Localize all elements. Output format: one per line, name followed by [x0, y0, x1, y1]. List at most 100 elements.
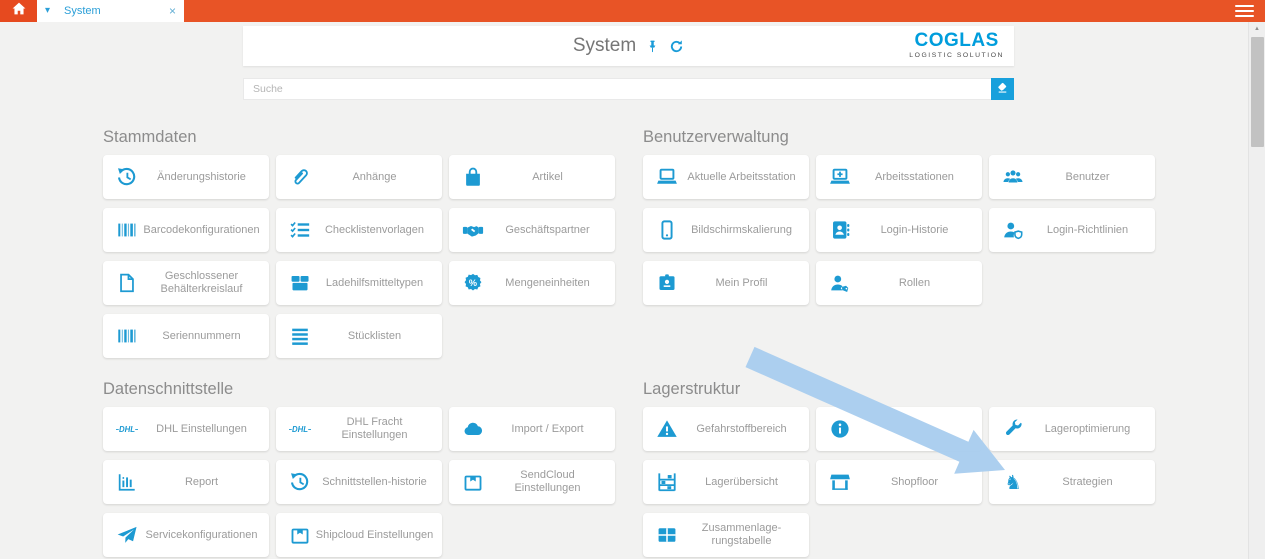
- shelf-icon: [656, 471, 678, 493]
- scrollbar-thumb[interactable]: [1251, 37, 1264, 147]
- mobile-icon: [656, 219, 678, 241]
- paperclip-icon: [289, 166, 311, 188]
- dhl-icon: –DHL–: [116, 418, 138, 440]
- tile-report[interactable]: Report: [103, 460, 269, 504]
- tile-label: DHL Einstellungen: [138, 423, 269, 436]
- section-lagerstruktur: Lagerstruktur Gefahrstoffbereich Lageropti…: [643, 378, 1155, 557]
- tile-aktuelle-arbeitsstation[interactable]: Aktuelle Arbeitsstation: [643, 155, 809, 199]
- tile-seriennummern[interactable]: Seriennummern: [103, 314, 269, 358]
- tile-gefahrstoffbereich[interactable]: Gefahrstoffbereich: [643, 407, 809, 451]
- chevron-down-icon[interactable]: ▾: [45, 6, 50, 16]
- tile-geschlossener-behälterkreislauf[interactable]: Geschlossener Behälterkreislauf: [103, 261, 269, 305]
- tile-label: Schnittstellen-historie: [311, 476, 442, 489]
- tile-label: Anhänge: [311, 171, 442, 184]
- tile-label: Änderungshistorie: [138, 171, 269, 184]
- tile-label: Shopfloor: [851, 476, 982, 489]
- tile-sendcloud-einstellungen[interactable]: SendCloud Einstellungen: [449, 460, 615, 504]
- wrench-icon: [1002, 418, 1024, 440]
- tile-label: Seriennummern: [138, 330, 269, 343]
- section-title: Lagerstruktur: [643, 378, 1155, 400]
- tile-unlabeled[interactable]: [816, 407, 982, 451]
- tile-label: Login-Historie: [851, 224, 982, 237]
- tile-anhänge[interactable]: Anhänge: [276, 155, 442, 199]
- tile-geschäftspartner[interactable]: Geschäftspartner: [449, 208, 615, 252]
- file-icon: [116, 272, 138, 294]
- logo-tagline: LOGISTIC SOLUTION: [909, 51, 1004, 60]
- menu-button[interactable]: [1229, 0, 1259, 22]
- section-title: Stammdaten: [103, 126, 615, 148]
- tile-label: Stücklisten: [311, 330, 442, 343]
- tile-import-export[interactable]: Import / Export: [449, 407, 615, 451]
- tile-bildschirmskalierung[interactable]: Bildschirmskalierung: [643, 208, 809, 252]
- tile-login-richtlinien[interactable]: Login-Richtlinien: [989, 208, 1155, 252]
- warning-icon: [656, 418, 678, 440]
- logo-name: COGLAS: [909, 31, 1004, 51]
- tile-label: Benutzer: [1024, 171, 1155, 184]
- tile-dhl-einstellungen[interactable]: –DHL–DHL Einstellungen: [103, 407, 269, 451]
- chart-icon: [116, 471, 138, 493]
- search-input[interactable]: [243, 78, 991, 100]
- tile-barcodekonfigurationen[interactable]: Barcodekonfigurationen: [103, 208, 269, 252]
- tile-artikel[interactable]: Artikel: [449, 155, 615, 199]
- user-tag-icon: [829, 272, 851, 294]
- tile-strategien[interactable]: ♞Strategien: [989, 460, 1155, 504]
- tile-lagerübersicht[interactable]: Lagerübersicht: [643, 460, 809, 504]
- tile-lageroptimierung[interactable]: Lageroptimierung: [989, 407, 1155, 451]
- tile-label: Report: [138, 476, 269, 489]
- laptop-plus-icon: [829, 166, 851, 188]
- tile-ladehilfsmitteltypen[interactable]: Ladehilfsmitteltypen: [276, 261, 442, 305]
- tile-mengeneinheiten[interactable]: %Mengeneinheiten: [449, 261, 615, 305]
- eraser-icon: [996, 81, 1009, 97]
- hamburger-icon: [1235, 5, 1254, 8]
- tile-label: Mein Profil: [678, 277, 809, 290]
- address-book-icon: [829, 219, 851, 241]
- tile-schnittstellen-historie[interactable]: Schnittstellen-historie: [276, 460, 442, 504]
- section-stammdaten: Stammdaten Änderungshistorie Anhänge Artike…: [103, 126, 615, 358]
- tile-label: SendCloud Einstellungen: [484, 469, 615, 495]
- section-title: Benutzerverwaltung: [643, 126, 1155, 148]
- tile-änderungshistorie[interactable]: Änderungshistorie: [103, 155, 269, 199]
- tile-label: DHL Fracht Einstellungen: [311, 416, 442, 442]
- tile-label: Barcodekonfigurationen: [138, 224, 269, 237]
- percent-badge-icon: %: [462, 272, 484, 294]
- tile-label: Aktuelle Arbeitsstation: [678, 171, 809, 184]
- tile-label: Arbeitsstationen: [851, 171, 982, 184]
- scroll-up-arrow[interactable]: ▲: [1249, 22, 1265, 36]
- search-clear-button[interactable]: [991, 78, 1014, 100]
- bag-icon: [462, 166, 484, 188]
- tile-shipcloud-einstellungen[interactable]: Shipcloud Einstellungen: [276, 513, 442, 557]
- tile-arbeitsstationen[interactable]: Arbeitsstationen: [816, 155, 982, 199]
- section-datenschnittstelle: Datenschnittstelle–DHL–DHL Einstellungen…: [103, 378, 615, 557]
- svg-text:♞: ♞: [1004, 473, 1021, 493]
- tile-shopfloor[interactable]: Shopfloor: [816, 460, 982, 504]
- search-bar: [243, 78, 1014, 100]
- refresh-icon[interactable]: [669, 39, 684, 54]
- tab-close-icon[interactable]: ×: [169, 5, 176, 17]
- tile-zusammenlage-rungstabelle[interactable]: Zusammenlage- rungstabelle: [643, 513, 809, 557]
- cloud-icon: [462, 418, 484, 440]
- table-icon: [656, 524, 678, 546]
- tile-mein-profil[interactable]: Mein Profil: [643, 261, 809, 305]
- home-button[interactable]: [0, 0, 37, 22]
- tile-login-historie[interactable]: Login-Historie: [816, 208, 982, 252]
- tile-label: Geschäftspartner: [484, 224, 615, 237]
- package-icon: [289, 524, 311, 546]
- tile-label: Lagerübersicht: [678, 476, 809, 489]
- scrollbar[interactable]: ▲: [1248, 22, 1265, 559]
- tab-system[interactable]: ▾ System ×: [37, 0, 184, 22]
- knight-icon: ♞: [1002, 471, 1024, 493]
- tile-rollen[interactable]: Rollen: [816, 261, 982, 305]
- id-badge-icon: [656, 272, 678, 294]
- coglas-logo: COGLAS LOGISTIC SOLUTION: [909, 31, 1004, 60]
- home-icon: [12, 2, 26, 20]
- tile-dhl-fracht-einstellungen[interactable]: –DHL–DHL Fracht Einstellungen: [276, 407, 442, 451]
- tile-checklistenvorlagen[interactable]: Checklistenvorlagen: [276, 208, 442, 252]
- tile-label: Lageroptimierung: [1024, 423, 1155, 436]
- history-icon: [289, 471, 311, 493]
- pin-icon[interactable]: [645, 39, 660, 54]
- history-icon: [116, 166, 138, 188]
- tile-servicekonfigurationen[interactable]: Servicekonfigurationen: [103, 513, 269, 557]
- tile-benutzer[interactable]: Benutzer: [989, 155, 1155, 199]
- package-icon: [462, 471, 484, 493]
- tile-stücklisten[interactable]: Stücklisten: [276, 314, 442, 358]
